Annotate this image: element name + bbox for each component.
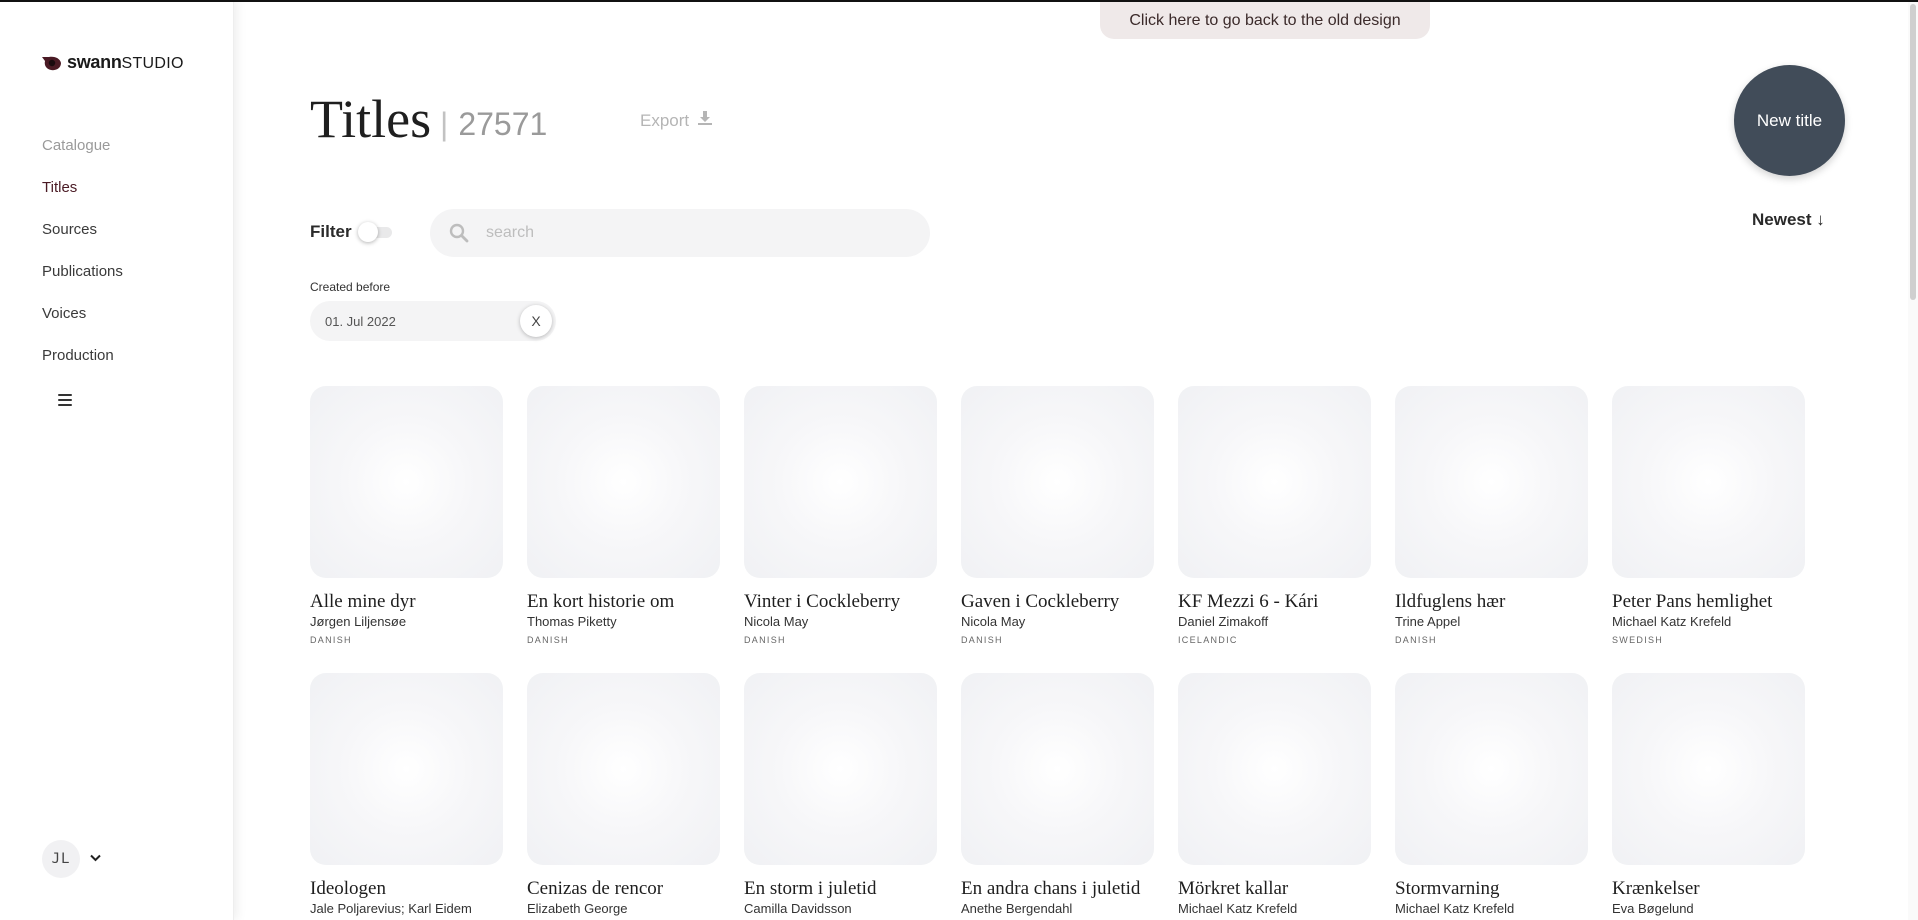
app-logo[interactable]: swannSTUDIO [41, 52, 184, 73]
sidebar-item-sources[interactable]: Sources [42, 208, 123, 250]
top-border [0, 0, 1918, 2]
scrollbar-thumb[interactable] [1910, 4, 1916, 300]
cover-placeholder [1395, 673, 1588, 865]
user-menu[interactable]: JL [42, 840, 101, 878]
page-title: Titles [310, 89, 432, 149]
export-button[interactable]: Export [640, 110, 713, 131]
card-author: Nicola May [744, 614, 809, 629]
title-card[interactable]: Gaven i Cockleberry Nicola May DANISH [961, 386, 1154, 645]
sidebar-nav: Catalogue Titles Sources Publications Vo… [42, 124, 123, 376]
cover-placeholder [1395, 386, 1588, 578]
avatar[interactable]: JL [42, 840, 80, 878]
title-count: | 27571 [440, 106, 548, 142]
card-author: Elizabeth George [527, 901, 628, 916]
search-icon [448, 222, 470, 244]
cover-placeholder [310, 386, 503, 578]
card-author: Camilla Davidsson [744, 901, 852, 916]
card-author: Trine Appel [1395, 614, 1461, 629]
sidebar-item-voices[interactable]: Voices [42, 292, 123, 334]
card-title: Ildfuglens hær [1395, 591, 1506, 612]
card-author: Anethe Bergendahl [961, 901, 1073, 916]
old-design-link[interactable]: Click here to go back to the old design [1100, 2, 1430, 39]
title-card[interactable]: Alle mine dyr Jørgen Liljensøe DANISH [310, 386, 503, 645]
sidebar-item-production[interactable]: Production [42, 334, 123, 376]
title-card[interactable]: Ildfuglens hær Trine Appel DANISH [1395, 386, 1588, 645]
cover-placeholder [1612, 386, 1805, 578]
card-language: DANISH [961, 635, 1003, 645]
card-title: Ideologen [310, 878, 386, 899]
card-title: En andra chans i juletid [961, 878, 1141, 899]
title-card[interactable]: En andra chans i juletid Anethe Bergenda… [961, 673, 1154, 916]
title-card[interactable]: Cenizas de rencor Elizabeth George [527, 673, 720, 916]
export-label: Export [640, 110, 690, 130]
cover-placeholder [961, 386, 1154, 578]
card-language: SWEDISH [1612, 635, 1664, 645]
sidebar: swannSTUDIO Catalogue Titles Sources Pub… [0, 0, 234, 920]
cover-placeholder [527, 386, 720, 578]
search-input[interactable] [486, 224, 906, 242]
card-language: DANISH [1395, 635, 1437, 645]
cover-placeholder [744, 673, 937, 865]
card-title: Peter Pans hemlighet [1612, 591, 1773, 612]
cover-placeholder [1178, 386, 1371, 578]
card-author: Michael Katz Krefeld [1395, 901, 1515, 916]
hamburger-menu-icon[interactable] [58, 394, 72, 409]
card-author: Eva Bøgelund [1612, 901, 1694, 916]
card-title: En storm i juletid [744, 878, 877, 899]
card-author: Jale Poljarevius; Karl Eidem [310, 901, 472, 916]
card-language: DANISH [310, 635, 352, 645]
title-card[interactable]: KF Mezzi 6 - Kári Daniel Zimakoff ICELAN… [1178, 386, 1371, 645]
title-card[interactable]: Vinter i Cockleberry Nicola May DANISH [744, 386, 937, 645]
title-card[interactable]: En storm i juletid Camilla Davidsson [744, 673, 937, 916]
logo-text: swannSTUDIO [67, 52, 184, 73]
sidebar-item-catalogue[interactable]: Catalogue [42, 124, 123, 166]
card-title: Cenizas de rencor [527, 878, 664, 899]
cover-placeholder [744, 386, 937, 578]
created-before-value: 01. Jul 2022 [325, 313, 396, 329]
card-author: Thomas Piketty [527, 614, 617, 629]
card-author: Daniel Zimakoff [1178, 614, 1269, 629]
title-count-value: 27571 [458, 106, 548, 142]
card-title: Alle mine dyr [310, 591, 416, 612]
logo-text-bold: swann [67, 52, 122, 72]
card-title: Stormvarning [1395, 878, 1500, 899]
sidebar-item-titles[interactable]: Titles [42, 166, 123, 208]
card-author: Nicola May [961, 614, 1026, 629]
sort-dropdown[interactable]: Newest ↓ [1752, 210, 1825, 230]
card-author: Jørgen Liljensøe [310, 614, 407, 629]
title-card[interactable]: Krænkelser Eva Bøgelund [1612, 673, 1805, 916]
cover-placeholder [1178, 673, 1371, 865]
title-card[interactable]: Peter Pans hemlighet Michael Katz Krefel… [1612, 386, 1805, 645]
title-card[interactable]: Mörkret kallar Michael Katz Krefeld [1178, 673, 1371, 916]
card-title: Mörkret kallar [1178, 878, 1289, 899]
cover-placeholder [961, 673, 1154, 865]
swann-logo-icon [41, 54, 61, 71]
card-title: Vinter i Cockleberry [744, 591, 901, 612]
filter-toggle[interactable] [358, 221, 394, 243]
search-box[interactable] [430, 209, 930, 257]
title-card[interactable]: Ideologen Jale Poljarevius; Karl Eidem [310, 673, 503, 916]
card-title: Krænkelser [1612, 878, 1700, 899]
card-language: DANISH [744, 635, 786, 645]
cover-placeholder [1612, 673, 1805, 865]
card-author: Michael Katz Krefeld [1612, 614, 1732, 629]
clear-date-button[interactable]: X [520, 305, 552, 337]
download-icon [697, 110, 713, 131]
cover-placeholder [527, 673, 720, 865]
card-language: DANISH [527, 635, 569, 645]
card-title: Gaven i Cockleberry [961, 591, 1120, 612]
logo-text-light: STUDIO [121, 55, 184, 72]
card-title: KF Mezzi 6 - Kári [1178, 591, 1319, 612]
cover-placeholder [310, 673, 503, 865]
card-author: Michael Katz Krefeld [1178, 901, 1298, 916]
sidebar-item-publications[interactable]: Publications [42, 250, 123, 292]
title-card[interactable]: Stormvarning Michael Katz Krefeld [1395, 673, 1588, 916]
card-title: En kort historie om [527, 591, 675, 612]
filter-label: Filter [310, 222, 352, 241]
new-title-button[interactable]: New title [1734, 65, 1845, 176]
title-card[interactable]: En kort historie om Thomas Piketty DANIS… [527, 386, 720, 645]
chevron-down-icon[interactable] [90, 853, 101, 865]
created-before-label: Created before [310, 280, 391, 294]
card-language: ICELANDIC [1178, 635, 1238, 645]
